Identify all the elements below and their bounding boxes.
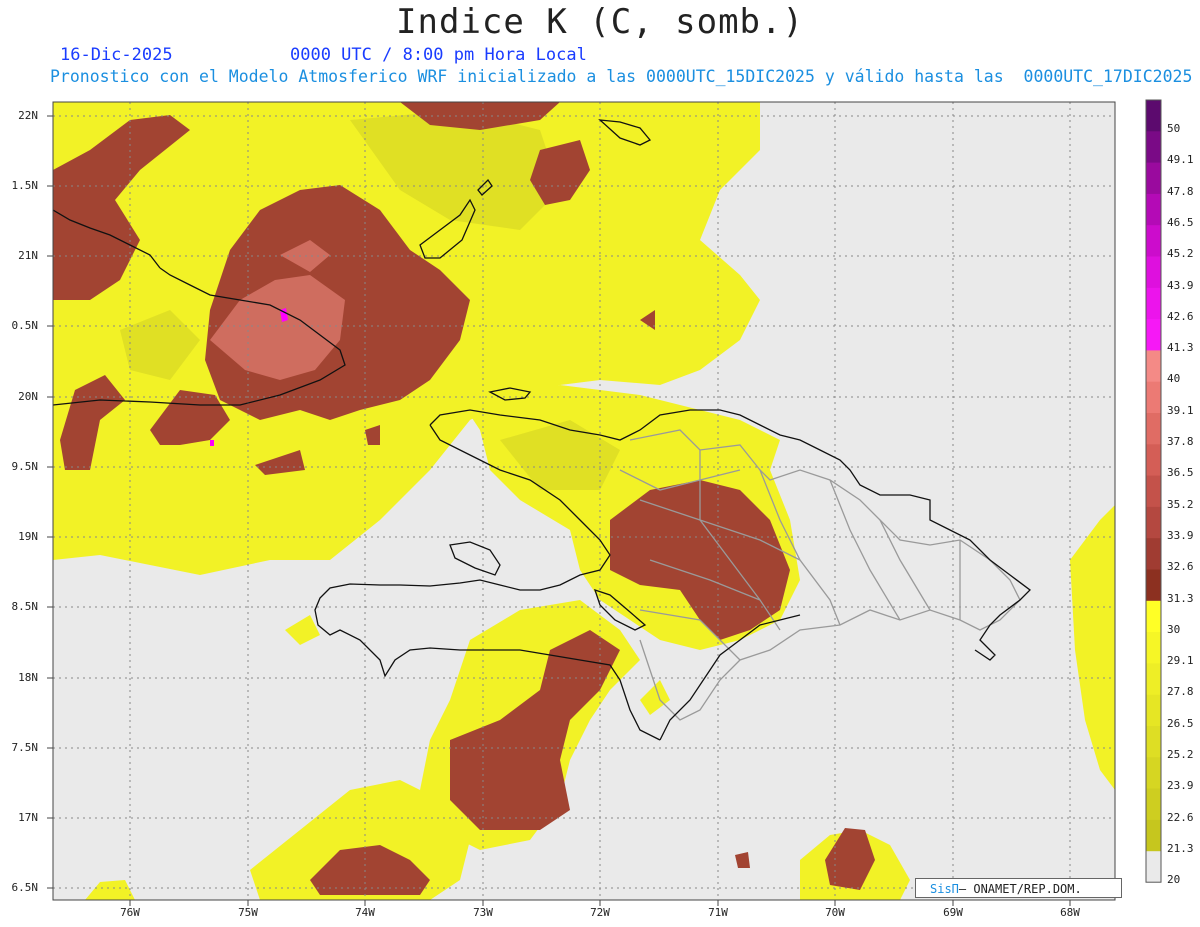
colorbar-label: 22.6 [1167,810,1194,824]
credit-box: SisΠ– ONAMET/REP.DOM. [915,878,1122,898]
lon-label-74w: 74W [355,906,375,919]
lon-label-72w: 72W [590,906,610,919]
lat-label-22n: 22N [18,109,38,122]
lat-label-17n: 17N [18,811,38,824]
credit-brand: SisΠ [930,882,959,896]
colorbar-swatch [1146,475,1161,508]
colorbar-label: 41.3 [1167,341,1194,355]
colorbar-label: 23.9 [1167,779,1194,793]
colorbar-swatch [1146,694,1161,727]
colorbar-label: 33.9 [1167,528,1194,542]
colorbar-swatch [1146,819,1161,852]
colorbar [1145,99,1162,883]
colorbar-label: 21.3 [1167,841,1194,855]
colorbar-swatch [1146,726,1161,758]
colorbar-label: 36.5 [1167,466,1194,480]
colorbar-label: 47.8 [1167,184,1194,198]
colorbar-swatch [1146,319,1161,351]
colorbar-swatch [1146,538,1161,570]
lat-label-18n: 18N [18,671,38,684]
lon-label-71w: 71W [708,906,728,919]
colorbar-swatch [1146,225,1161,257]
lon-label-69w: 69W [943,906,963,919]
colorbar-label: 27.8 [1167,685,1194,699]
colorbar-label: 43.9 [1167,278,1194,292]
lon-label-75w: 75W [238,906,258,919]
lat-label-20n: 20N [18,390,38,403]
lat-label-21-5n: 1.5N [11,179,39,192]
colorbar-swatch [1146,100,1161,132]
colorbar-swatch [1146,600,1161,633]
lat-label-16-5n: 6.5N [11,881,39,894]
colorbar-swatch [1146,193,1161,226]
colorbar-swatch [1146,788,1161,821]
colorbar-label: 26.5 [1167,716,1194,730]
colorbar-swatch [1146,413,1161,445]
colorbar-swatch [1146,381,1161,414]
k-index-map [47,99,1162,906]
lon-label-70w: 70W [825,906,845,919]
credit-org: – ONAMET/REP.DOM. [958,882,1082,896]
colorbar-label: 45.2 [1167,247,1194,261]
colorbar-label: 42.6 [1167,309,1194,323]
colorbar-label: 20 [1167,873,1181,887]
colorbar-label: 46.5 [1167,215,1194,229]
lon-label-76w: 76W [120,906,140,919]
colorbar-label: 31.3 [1167,591,1194,605]
lon-label-68w: 68W [1060,906,1080,919]
colorbar-label: 40 [1167,372,1181,386]
colorbar-label: 25.2 [1167,748,1194,761]
colorbar-label: 32.6 [1167,560,1194,574]
colorbar-swatch [1146,162,1161,195]
colorbar-label: 39.1 [1167,403,1194,417]
colorbar-label: 37.8 [1167,435,1194,448]
colorbar-swatch [1146,256,1161,289]
colorbar-swatch [1146,506,1161,539]
lat-label-20-5n: 0.5N [11,319,39,332]
lat-label-19n: 19N [18,530,38,543]
lat-label-18-5n: 8.5N [11,600,39,613]
lat-label-19-5n: 9.5N [11,460,39,473]
colorbar-swatch [1146,444,1161,477]
colorbar-swatch [1146,757,1161,790]
colorbar-label: 49.1 [1167,153,1194,167]
colorbar-swatch [1146,287,1161,320]
lat-label-17-5n: 7.5N [11,741,39,754]
colorbar-swatch [1146,569,1161,602]
lat-label-21n: 21N [18,249,38,262]
colorbar-label: 29.1 [1167,654,1194,668]
colorbar-swatch [1146,663,1161,696]
colorbar-low-swatch [1146,851,1161,883]
colorbar-swatch [1146,632,1161,664]
colorbar-swatch [1146,350,1161,383]
colorbar-swatch [1146,131,1161,164]
colorbar-label: 50 [1167,122,1181,135]
colorbar-label: 30 [1167,622,1181,636]
colorbar-label: 35.2 [1167,497,1194,511]
lon-label-73w: 73W [473,906,493,919]
